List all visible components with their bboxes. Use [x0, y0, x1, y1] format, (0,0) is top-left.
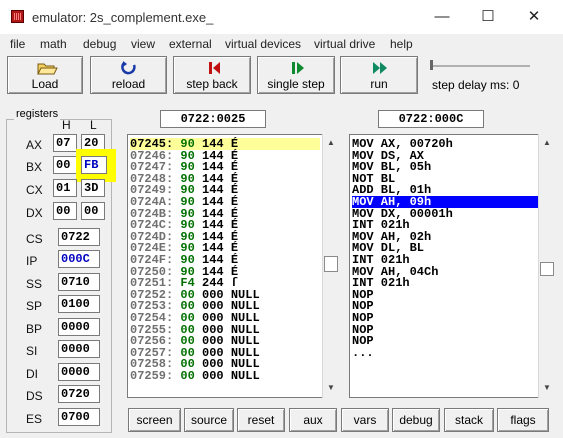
sp-field[interactable]: 0100: [58, 295, 100, 313]
disasm-address-field[interactable]: 0722:000C: [378, 110, 484, 128]
memory-address-field[interactable]: 0722:0025: [160, 110, 266, 128]
minimize-button[interactable]: —: [419, 0, 465, 34]
registers-title: registers: [14, 108, 61, 120]
bx-label: BX: [26, 160, 43, 174]
folder-open-icon: [37, 63, 58, 75]
scroll-up-arrow-icon[interactable]: ▲: [323, 135, 339, 151]
ax-high-field[interactable]: 07: [53, 134, 77, 152]
bx-high-field[interactable]: 00: [53, 156, 77, 174]
menu-view[interactable]: view: [131, 37, 155, 51]
ip-field[interactable]: 000C: [58, 250, 100, 268]
memory-scroll-thumb[interactable]: [324, 256, 338, 272]
dx-high-field[interactable]: 00: [53, 202, 77, 220]
dx-label: DX: [26, 206, 43, 220]
menu-math[interactable]: math: [40, 37, 67, 51]
l-column-label: L: [90, 118, 97, 132]
source-button[interactable]: source: [184, 408, 234, 432]
memory-hex: 00: [180, 369, 195, 383]
ds-label: DS: [26, 389, 43, 403]
memory-decimal: 000: [202, 369, 224, 383]
window-title: emulator: 2s_complement.exe_: [32, 10, 214, 25]
app-icon: [11, 10, 24, 23]
menu-help[interactable]: help: [390, 37, 413, 51]
memory-address: 07259:: [130, 369, 174, 383]
bx-low-field[interactable]: FB: [81, 156, 107, 174]
si-field[interactable]: 0000: [58, 340, 100, 358]
run-label: run: [370, 77, 388, 91]
ip-label: IP: [26, 254, 38, 268]
bp-field[interactable]: 0000: [58, 318, 100, 336]
reload-label: reload: [111, 77, 146, 91]
single-step-button[interactable]: single step: [257, 56, 335, 94]
memory-scrollbar[interactable]: ▲ ▼: [322, 134, 339, 398]
step-back-label: step back: [186, 77, 238, 91]
cx-low-field[interactable]: 3D: [81, 179, 105, 197]
vars-button[interactable]: vars: [341, 408, 389, 432]
scroll-down-arrow-icon[interactable]: ▼: [539, 380, 555, 396]
menu-file[interactable]: file: [10, 37, 25, 51]
cs-label: CS: [26, 232, 43, 246]
disassembly-row[interactable]: NOP: [352, 312, 538, 324]
disassembly-row[interactable]: NOP: [352, 300, 538, 312]
reload-button[interactable]: reload: [90, 56, 167, 94]
si-label: SI: [26, 344, 38, 358]
ax-label: AX: [26, 138, 43, 152]
maximize-button[interactable]: ☐: [465, 0, 511, 34]
load-button[interactable]: Load: [7, 56, 83, 94]
di-label: DI: [26, 367, 38, 381]
slider-thumb[interactable]: [430, 60, 433, 70]
menu-external[interactable]: external: [169, 37, 212, 51]
stack-button[interactable]: stack: [444, 408, 494, 432]
di-field[interactable]: 0000: [58, 363, 100, 381]
disassembly-row[interactable]: NOP: [352, 289, 538, 301]
reset-button[interactable]: reset: [237, 408, 285, 432]
step-delay-label: step delay ms: 0: [432, 78, 520, 92]
scroll-up-arrow-icon[interactable]: ▲: [539, 135, 555, 151]
disassembly-row[interactable]: NOP: [352, 324, 538, 336]
disassembly-row[interactable]: NOP: [352, 335, 538, 347]
single-step-label: single step: [267, 77, 325, 91]
step-delay-slider[interactable]: [430, 60, 530, 72]
reload-icon: [121, 61, 136, 75]
menu-virtual-drive[interactable]: virtual drive: [314, 37, 375, 51]
ss-label: SS: [26, 277, 43, 291]
cs-field[interactable]: 0722: [58, 228, 100, 246]
memory-char: NULL: [230, 369, 260, 383]
disassembly-pane[interactable]: MOV AX, 00720h MOV DS, AX MOV BL, 05h NOT B…: [349, 134, 555, 398]
screen-button[interactable]: screen: [128, 408, 181, 432]
step-back-button[interactable]: step back: [173, 56, 251, 94]
disassembly-scroll-thumb[interactable]: [540, 262, 554, 276]
disassembly-row[interactable]: ...: [352, 347, 538, 359]
es-field[interactable]: 0700: [58, 408, 100, 426]
slider-track: [430, 65, 530, 67]
run-button[interactable]: run: [340, 56, 418, 94]
run-icon: [373, 62, 387, 74]
memory-row[interactable]: 07259: 00 000 NULL: [130, 370, 320, 382]
load-label: Load: [31, 77, 59, 91]
disassembly-row[interactable]: INT 021h: [352, 277, 538, 289]
sp-label: SP: [26, 299, 43, 313]
dx-low-field[interactable]: 00: [81, 202, 105, 220]
bp-label: BP: [26, 322, 43, 336]
ss-field[interactable]: 0710: [58, 273, 100, 291]
aux-button[interactable]: aux: [289, 408, 337, 432]
menu-virtual-devices[interactable]: virtual devices: [225, 37, 301, 51]
cx-label: CX: [26, 183, 43, 197]
memory-pane[interactable]: 07245: 90 144 É 07246: 90 144 É 07247: 90 …: [127, 134, 339, 398]
debug-button[interactable]: debug: [392, 408, 440, 432]
es-label: ES: [26, 412, 43, 426]
single-step-icon: [292, 62, 304, 74]
scroll-down-arrow-icon[interactable]: ▼: [323, 380, 339, 396]
disassembly-scrollbar[interactable]: ▲ ▼: [538, 134, 555, 398]
h-column-label: H: [62, 118, 71, 132]
ds-field[interactable]: 0720: [58, 385, 100, 403]
cx-high-field[interactable]: 01: [53, 179, 77, 197]
flags-button[interactable]: flags: [497, 408, 549, 432]
step-back-icon: [209, 62, 220, 74]
menu-debug[interactable]: debug: [83, 37, 116, 51]
close-button[interactable]: ✕: [511, 0, 557, 34]
